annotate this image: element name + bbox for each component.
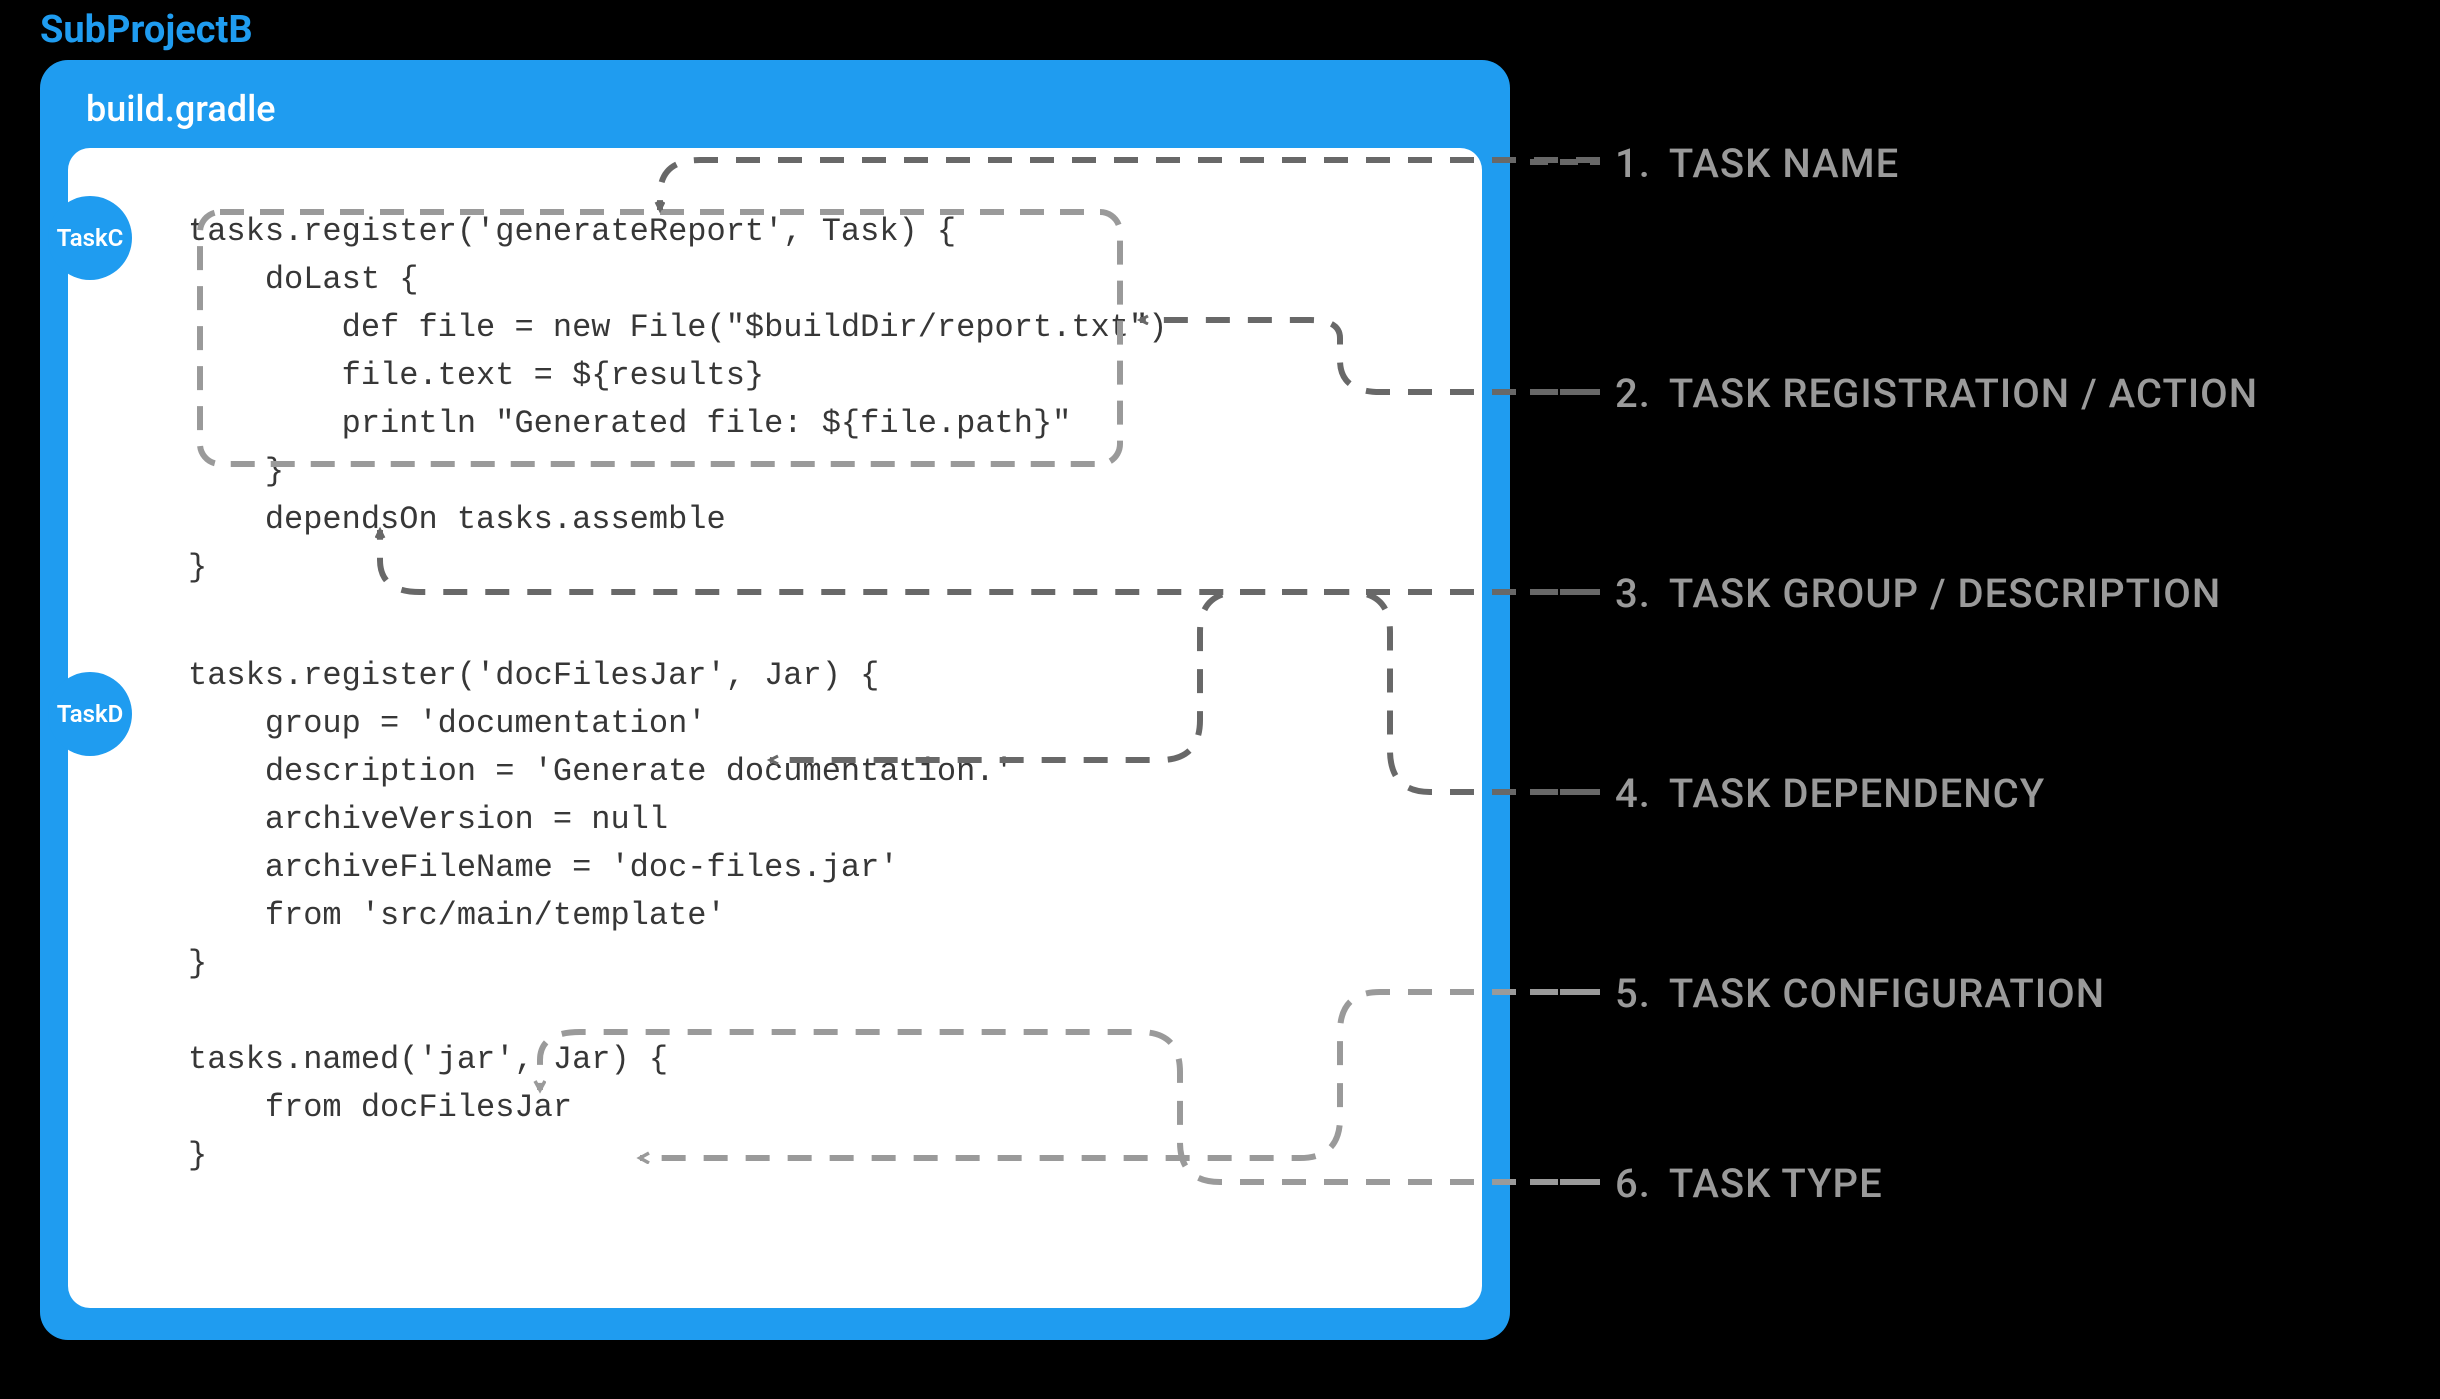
annotation-num: 5. [1615,970,1651,1017]
task-badge-c: TaskC [48,196,132,280]
annotation-num: 6. [1615,1160,1651,1207]
annotation-num: 1. [1615,140,1651,187]
annotation-3: 3. TASK GROUP / DESCRIPTION [1615,570,2221,617]
annotation-label: TASK CONFIGURATION [1669,970,2105,1017]
annotation-6: 6. TASK TYPE [1615,1160,1883,1207]
annotation-5: 5. TASK CONFIGURATION [1615,970,2105,1017]
annotation-num: 4. [1615,770,1651,817]
file-name: build.gradle [86,88,1482,130]
annotation-label: TASK GROUP / DESCRIPTION [1669,570,2221,617]
annotation-label: TASK TYPE [1669,1160,1883,1207]
code-panel: tasks.register('generateReport', Task) {… [68,148,1482,1308]
code-block-taskC: tasks.register('generateReport', Task) {… [188,208,1442,592]
project-title: SubProjectB [40,8,253,52]
annotation-label: TASK NAME [1669,140,1899,187]
annotation-num: 2. [1615,370,1651,417]
task-badge-d: TaskD [48,672,132,756]
annotation-2: 2. TASK REGISTRATION / ACTION [1615,370,2258,417]
annotation-num: 3. [1615,570,1651,617]
annotation-4: 4. TASK DEPENDENCY [1615,770,2045,817]
annotation-label: TASK DEPENDENCY [1669,770,2045,817]
code-block-taskD: tasks.register('docFilesJar', Jar) { gro… [188,652,1442,988]
project-container: build.gradle tasks.register('generateRep… [40,60,1510,1340]
annotation-label: TASK REGISTRATION / ACTION [1669,370,2258,417]
annotation-1: 1. TASK NAME [1615,140,1899,187]
code-block-jar: tasks.named('jar', Jar) { from docFilesJ… [188,1036,1442,1180]
